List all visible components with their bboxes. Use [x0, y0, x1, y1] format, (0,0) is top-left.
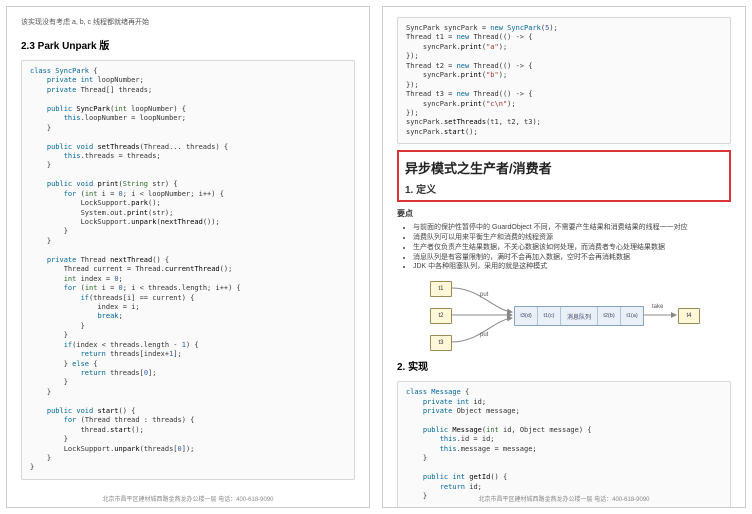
page-right: SyncPark syncPark = new SyncPark(5); Thr… [382, 6, 746, 508]
take-label: take [652, 304, 663, 310]
producer-t2: t2 [430, 308, 452, 324]
queue-cell: t1(a) [621, 307, 643, 325]
producer-t3: t3 [430, 335, 452, 351]
point-item: 消息队列是有容量限制的，满时不会再加入数据，空时不会再消耗数据 [413, 253, 731, 263]
consumer-t4: t4 [678, 308, 700, 324]
message-queue: t3(d)t1(c)消息队列t2(b)t1(a) [514, 306, 644, 326]
highlight-box: 异步模式之生产者/消费者 1. 定义 [397, 150, 731, 202]
producer-t1: t1 [430, 281, 452, 297]
code-block-usage: SyncPark syncPark = new SyncPark(5); Thr… [397, 17, 731, 144]
queue-cell: t2(b) [598, 307, 621, 325]
code-block-syncpark: class SyncPark { private int loopNumber;… [21, 60, 355, 480]
point-item: 生产者仅负责产生结果数据，不关心数据该如何处理，而消费者专心处理结果数据 [413, 243, 731, 253]
queue-cell: t3(d) [515, 307, 538, 325]
impl-heading: 2. 实现 [397, 358, 731, 373]
page-left: 该实现没有考虑 a, b, c 线程都就绪再开始 2.3 Park Unpark… [6, 6, 370, 508]
definition-heading: 1. 定义 [405, 181, 723, 196]
queue-cell: t1(c) [538, 307, 561, 325]
queue-label: 消息队列 [561, 307, 598, 325]
async-mode-title: 异步模式之生产者/消费者 [405, 158, 723, 177]
put-label-2: put [480, 332, 488, 338]
section-title: 2.3 Park Unpark 版 [21, 37, 355, 52]
page-footer-right: 北京市昌平区建材城西路金燕龙办公楼一层 电话：400-618-9090 [383, 494, 745, 503]
code-block-message: class Message { private int id; private … [397, 381, 731, 508]
point-item: 消费队列可以用来平衡生产和消费的线程资源 [413, 233, 731, 243]
put-label-1: put [480, 292, 488, 298]
point-item: 与前面的保护性暂停中的 GuardObject 不同，不需要产生结果和消费结果的… [413, 223, 731, 233]
note-text: 该实现没有考虑 a, b, c 线程都就绪再开始 [21, 17, 355, 27]
points-list: 与前面的保护性暂停中的 GuardObject 不同，不需要产生结果和消费结果的… [397, 223, 731, 272]
points-label: 要点 [397, 208, 731, 219]
page-footer-left: 北京市昌平区建材城西路金燕龙办公楼一层 电话：400-618-9090 [7, 494, 369, 503]
point-item: JDK 中各种阻塞队列，采用的就是这种模式 [413, 262, 731, 272]
producer-consumer-diagram: t1 t2 t3 put put t3(d)t1(c)消息队列t2(b)t1(a… [424, 278, 704, 352]
